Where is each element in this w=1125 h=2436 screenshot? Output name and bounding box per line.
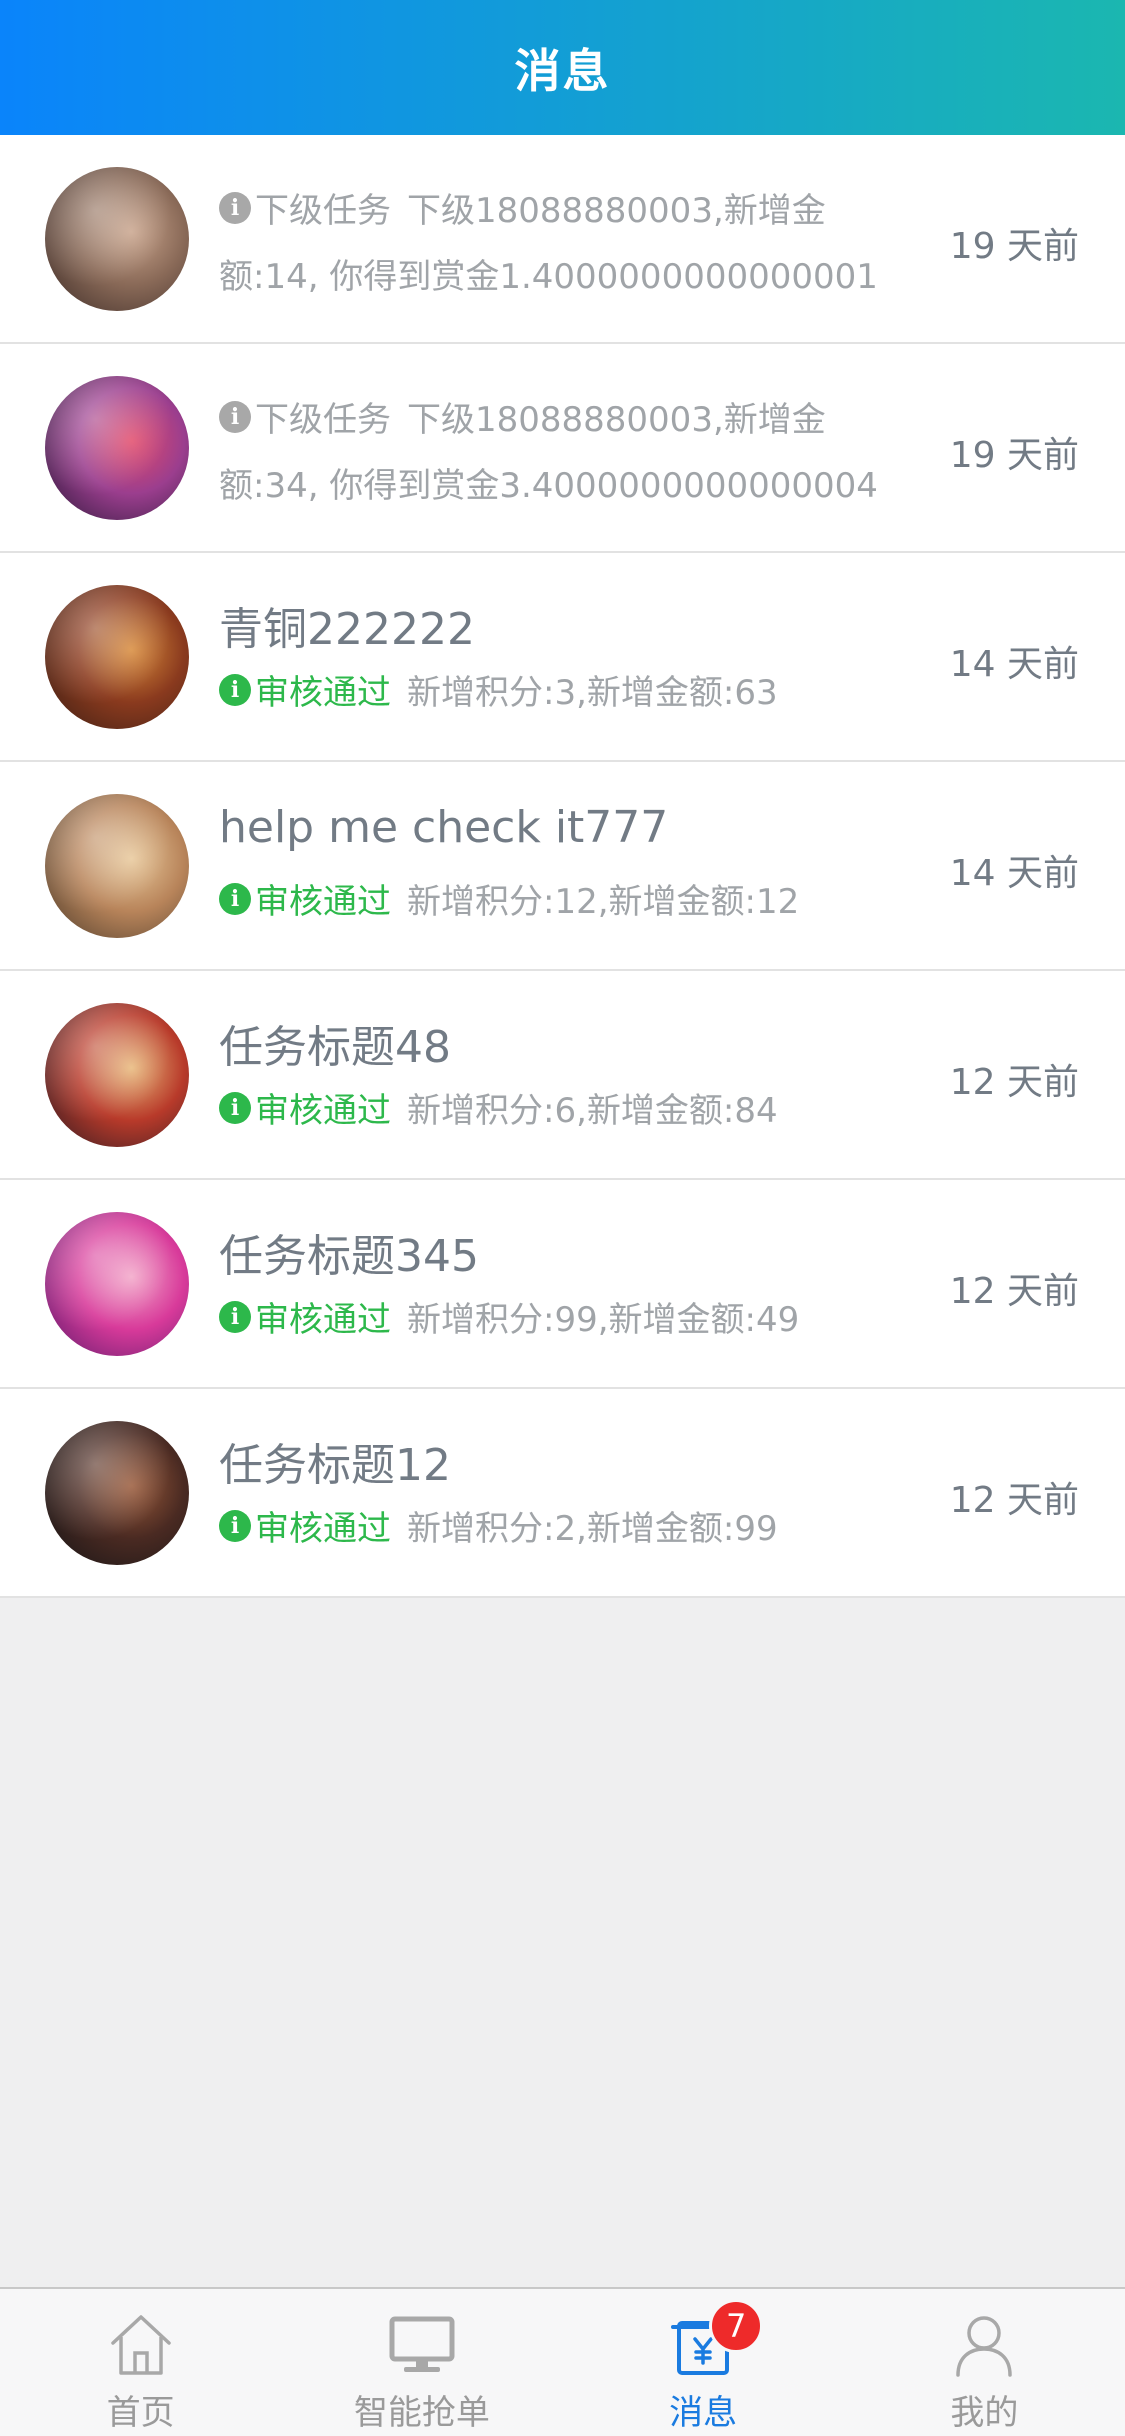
- message-detail-line: i 审核通过 新增积分:12,新增金额:12: [219, 874, 799, 923]
- header-bar: 消息: [0, 0, 1125, 135]
- message-line-1: i 下级任务 下级18088880003,新增金: [219, 183, 826, 232]
- yen-message-icon: 7: [667, 2299, 764, 2379]
- message-detail: 新增积分:2,新增金额:99: [407, 1509, 778, 1549]
- check-info-icon: i: [219, 1509, 251, 1542]
- avatar: [45, 794, 189, 938]
- status-badge: 审核通过: [255, 1509, 391, 1549]
- message-time: 19 天前: [949, 435, 1079, 476]
- avatar: [45, 1003, 189, 1147]
- message-item[interactable]: i 下级任务 下级18088880003,新增金 额:14, 你得到赏金1.40…: [0, 135, 1125, 344]
- message-detail-line: i 审核通过 新增积分:2,新增金额:99: [219, 1501, 778, 1550]
- message-title: 任务标题12: [219, 1440, 451, 1491]
- avatar: [45, 585, 189, 729]
- message-tag: 下级任务: [255, 191, 391, 231]
- message-detail: 新增积分:99,新增金额:49: [407, 1300, 800, 1340]
- info-icon: i: [219, 400, 251, 433]
- message-line-1: i 下级任务 下级18088880003,新增金: [219, 392, 826, 441]
- page-title: 消息: [514, 43, 611, 98]
- avatar: [45, 376, 189, 520]
- message-time: 14 天前: [949, 644, 1079, 685]
- status-badge: 审核通过: [255, 882, 391, 922]
- unread-badge: 7: [709, 2299, 764, 2353]
- message-item[interactable]: 任务标题48 i 审核通过 新增积分:6,新增金额:84 12 天前: [0, 971, 1125, 1180]
- status-badge: 审核通过: [255, 1300, 391, 1340]
- message-time: 12 天前: [949, 1271, 1079, 1312]
- message-line-2: 额:34, 你得到赏金3.4000000000000004: [219, 466, 878, 506]
- tab-home[interactable]: 首页: [0, 2289, 281, 2436]
- tab-messages[interactable]: 7 消息: [563, 2289, 844, 2436]
- avatar: [45, 167, 189, 311]
- message-detail: 新增积分:6,新增金额:84: [407, 1091, 778, 1131]
- message-title: help me check it777: [219, 802, 669, 853]
- message-detail-line: i 审核通过 新增积分:99,新增金额:49: [219, 1292, 799, 1341]
- message-time: 12 天前: [949, 1062, 1079, 1103]
- tab-label: 消息: [669, 2393, 738, 2433]
- avatar: [45, 1421, 189, 1565]
- info-icon: i: [219, 191, 251, 224]
- monitor-icon: [386, 2309, 458, 2379]
- tab-label: 我的: [950, 2393, 1019, 2433]
- message-item[interactable]: 青铜222222 i 审核通过 新增积分:3,新增金额:63 14 天前: [0, 553, 1125, 762]
- avatar: [45, 1212, 189, 1356]
- check-info-icon: i: [219, 1300, 251, 1333]
- tab-label: 首页: [106, 2393, 175, 2433]
- message-item[interactable]: 任务标题345 i 审核通过 新增积分:99,新增金额:49 12 天前: [0, 1180, 1125, 1389]
- tab-bar: 首页 智能抢单 7 消息 我的: [0, 2287, 1125, 2436]
- message-title: 任务标题48: [219, 1022, 451, 1073]
- status-badge: 审核通过: [255, 673, 391, 713]
- tab-profile[interactable]: 我的: [844, 2289, 1125, 2436]
- tab-label: 智能抢单: [353, 2393, 490, 2433]
- check-info-icon: i: [219, 1091, 251, 1124]
- status-badge: 审核通过: [255, 1091, 391, 1131]
- home-icon: [105, 2309, 177, 2379]
- message-item[interactable]: help me check it777 i 审核通过 新增积分:12,新增金额:…: [0, 762, 1125, 971]
- message-time: 14 天前: [949, 853, 1079, 894]
- message-time: 19 天前: [949, 226, 1079, 267]
- message-list: i 下级任务 下级18088880003,新增金 额:14, 你得到赏金1.40…: [0, 135, 1125, 1598]
- message-title: 青铜222222: [219, 604, 475, 655]
- message-detail: 新增积分:12,新增金额:12: [407, 882, 800, 922]
- user-icon: [948, 2309, 1020, 2379]
- message-item[interactable]: 任务标题12 i 审核通过 新增积分:2,新增金额:99 12 天前: [0, 1389, 1125, 1598]
- message-item[interactable]: i 下级任务 下级18088880003,新增金 额:34, 你得到赏金3.40…: [0, 344, 1125, 553]
- message-line-2: 额:14, 你得到赏金1.4000000000000001: [219, 257, 878, 297]
- check-info-icon: i: [219, 882, 251, 915]
- message-text: 下级18088880003,新增金: [407, 400, 826, 440]
- message-detail: 新增积分:3,新增金额:63: [407, 673, 778, 713]
- message-detail-line: i 审核通过 新增积分:3,新增金额:63: [219, 665, 778, 714]
- message-detail-line: i 审核通过 新增积分:6,新增金额:84: [219, 1083, 778, 1132]
- message-title: 任务标题345: [219, 1231, 479, 1282]
- message-tag: 下级任务: [255, 400, 391, 440]
- message-text: 下级18088880003,新增金: [407, 191, 826, 231]
- tab-smart-order[interactable]: 智能抢单: [281, 2289, 562, 2436]
- check-info-icon: i: [219, 673, 251, 706]
- message-time: 12 天前: [949, 1480, 1079, 1521]
